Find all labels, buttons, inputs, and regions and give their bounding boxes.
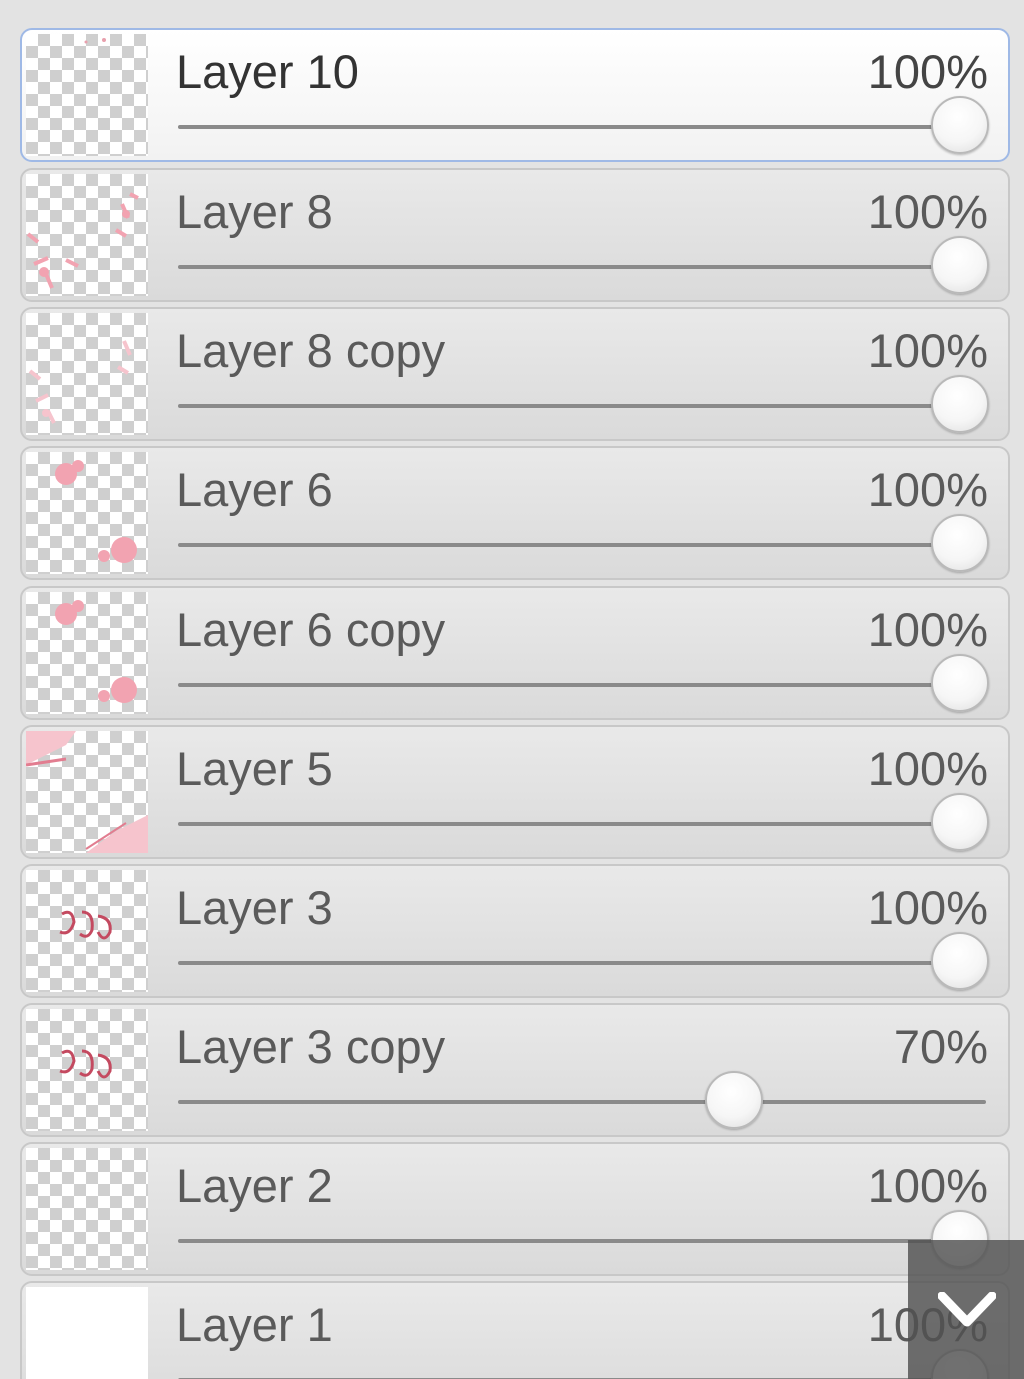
opacity-slider-knob[interactable] <box>705 1071 764 1129</box>
layer-opacity-value: 100% <box>867 603 988 656</box>
thumbnail-art <box>59 1049 112 1079</box>
layer-name: Layer 3 <box>176 881 333 934</box>
layer-row[interactable]: Layer 10 100% <box>20 28 1010 162</box>
layer-thumbnail <box>26 1009 148 1131</box>
opacity-slider-track[interactable] <box>178 543 986 547</box>
thumbnail-art <box>26 192 139 289</box>
opacity-slider-track[interactable] <box>178 683 986 687</box>
layer-row[interactable]: Layer 6 copy 100% <box>20 586 1010 720</box>
opacity-slider-track[interactable] <box>178 961 986 965</box>
scroll-down-button[interactable] <box>908 1240 1024 1379</box>
layer-opacity-value: 100% <box>867 1159 988 1212</box>
opacity-slider-track[interactable] <box>178 125 986 129</box>
layer-opacity-value: 100% <box>867 463 988 516</box>
opacity-slider-knob[interactable] <box>931 932 989 990</box>
opacity-slider-knob[interactable] <box>931 96 989 154</box>
chevron-down-icon <box>938 1292 996 1327</box>
layer-row[interactable]: Layer 3 100% <box>20 864 1010 998</box>
layers-panel: Layer 10 100% Layer 8 100% Layer 8 copy … <box>0 0 1024 1379</box>
layer-name: Layer 3 copy <box>176 1020 446 1073</box>
layer-thumbnail <box>26 1148 148 1270</box>
opacity-slider-track[interactable] <box>178 1100 986 1104</box>
layer-row[interactable]: Layer 5 100% <box>20 725 1010 859</box>
layer-name: Layer 5 <box>176 742 333 795</box>
layer-thumbnail <box>26 313 148 435</box>
layer-name: Layer 6 <box>176 463 333 516</box>
opacity-slider-knob[interactable] <box>931 236 989 294</box>
layer-name: Layer 10 <box>176 45 359 98</box>
layer-thumbnail <box>26 174 148 296</box>
thumbnail-art <box>55 460 137 563</box>
layer-row[interactable]: Layer 1 100% <box>20 1281 1010 1379</box>
layer-opacity-value: 100% <box>867 324 988 377</box>
layer-thumbnail <box>26 731 148 853</box>
layer-row[interactable]: Layer 2 100% <box>20 1142 1010 1276</box>
layer-row[interactable]: Layer 3 copy 70% <box>20 1003 1010 1137</box>
layer-row[interactable]: Layer 8 100% <box>20 168 1010 302</box>
layer-opacity-value: 100% <box>867 881 988 934</box>
layer-thumbnail <box>26 452 148 574</box>
layer-row[interactable]: Layer 8 copy 100% <box>20 307 1010 441</box>
layer-name: Layer 2 <box>176 1159 333 1212</box>
layer-thumbnail <box>26 1287 148 1379</box>
opacity-slider-knob[interactable] <box>931 514 989 572</box>
layer-thumbnail <box>26 592 148 714</box>
opacity-slider-knob[interactable] <box>931 793 989 851</box>
layer-name: Layer 6 copy <box>176 603 446 656</box>
layer-opacity-value: 70% <box>893 1020 988 1073</box>
layer-row[interactable]: Layer 6 100% <box>20 446 1010 580</box>
opacity-slider-track[interactable] <box>178 822 986 826</box>
thumbnail-art <box>59 910 112 940</box>
layer-name: Layer 1 <box>176 1298 333 1351</box>
opacity-slider-track[interactable] <box>178 1239 986 1243</box>
layer-opacity-value: 100% <box>867 185 988 238</box>
layer-name: Layer 8 copy <box>176 324 446 377</box>
layer-thumbnail <box>26 34 148 156</box>
thumbnail-art <box>28 340 132 424</box>
layer-opacity-value: 100% <box>867 742 988 795</box>
layer-thumbnail <box>26 870 148 992</box>
opacity-slider-knob[interactable] <box>931 375 989 433</box>
thumbnail-art <box>26 731 148 853</box>
thumbnail-art <box>55 600 137 703</box>
layer-opacity-value: 100% <box>867 45 988 98</box>
opacity-slider-track[interactable] <box>178 404 986 408</box>
opacity-slider-knob[interactable] <box>931 654 989 712</box>
thumbnail-art <box>84 38 106 44</box>
layer-name: Layer 8 <box>176 185 333 238</box>
opacity-slider-track[interactable] <box>178 265 986 269</box>
